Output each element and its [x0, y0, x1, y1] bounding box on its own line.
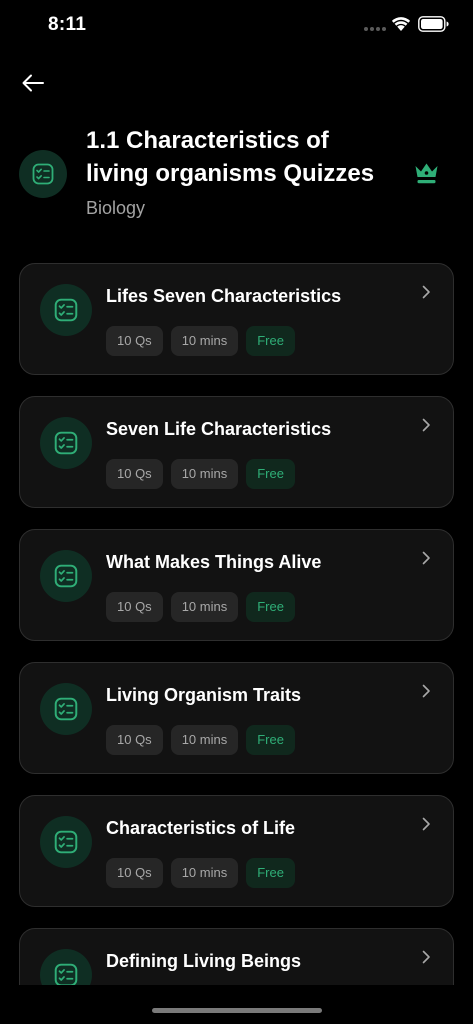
checklist-icon	[32, 163, 54, 185]
quiz-title: What Makes Things Alive	[106, 552, 322, 572]
crown-icon[interactable]	[413, 161, 440, 186]
quiz-icon	[40, 284, 92, 336]
questions-count-chip: 10 Qs	[106, 592, 163, 622]
quiz-chevron	[420, 816, 432, 837]
arrow-left-icon	[22, 74, 44, 92]
quiz-chevron	[420, 284, 432, 305]
chevron-right-icon	[422, 817, 430, 831]
home-indicator[interactable]	[152, 1008, 322, 1013]
checklist-icon	[54, 963, 78, 985]
price-chip: Free	[246, 326, 295, 356]
quiz-card[interactable]: Defining Living Beings10 Qs10 minsFree	[19, 928, 454, 985]
quiz-icon	[40, 417, 92, 469]
price-chip: Free	[246, 592, 295, 622]
wifi-icon	[391, 17, 411, 31]
price-chip: Free	[246, 725, 295, 755]
questions-count-chip: 10 Qs	[106, 326, 163, 356]
chevron-right-icon	[422, 551, 430, 565]
quiz-meta-chips: 10 Qs 10 mins Free	[106, 459, 295, 489]
page-subtitle: Biology	[86, 198, 146, 218]
quiz-list[interactable]: Lifes Seven Characteristics 10 Qs 10 mins F…	[19, 263, 454, 985]
quiz-card[interactable]: Lifes Seven Characteristics 10 Qs 10 mins F…	[19, 263, 454, 375]
duration-chip: 10 mins	[170, 326, 239, 356]
duration-chip: 10 mins	[170, 858, 239, 888]
duration-chip: 10 mins	[170, 459, 239, 489]
questions-count-chip: 10 Qs	[106, 725, 163, 755]
quiz-icon	[40, 816, 92, 868]
quiz-icon	[40, 550, 92, 602]
quiz-title: Lifes Seven Characteristics	[106, 286, 342, 306]
quiz-meta-chips: 10 Qs 10 mins Free	[106, 592, 295, 622]
checklist-icon	[54, 298, 78, 322]
quiz-chevron	[420, 417, 432, 438]
status-time: 8:11	[48, 14, 87, 35]
checklist-icon	[54, 830, 78, 854]
quiz-chevron	[420, 683, 432, 704]
quiz-title: Characteristics of Life	[106, 818, 296, 838]
battery-icon	[418, 16, 449, 32]
status-bar: 8:11	[0, 0, 473, 50]
quiz-title: Seven Life Characteristics	[106, 419, 332, 439]
quiz-chevron	[420, 550, 432, 571]
header-quiz-icon	[19, 150, 67, 198]
quiz-icon	[40, 683, 92, 735]
price-chip: Free	[246, 459, 295, 489]
quiz-meta-chips: 10 Qs 10 mins Free	[106, 858, 295, 888]
chevron-right-icon	[422, 418, 430, 432]
quiz-meta-chips: 10 Qs 10 mins Free	[106, 326, 295, 356]
quiz-card[interactable]: Living Organism Traits 10 Qs 10 mins Free	[19, 662, 454, 774]
duration-chip: 10 mins	[170, 592, 239, 622]
quiz-card[interactable]: What Makes Things Alive 10 Qs 10 mins Free	[19, 529, 454, 641]
chevron-right-icon	[422, 684, 430, 698]
checklist-icon	[54, 431, 78, 455]
checklist-icon	[54, 697, 78, 721]
cellular-signal-icon	[364, 27, 386, 31]
checklist-icon	[54, 564, 78, 588]
questions-count-chip: 10 Qs	[106, 858, 163, 888]
quiz-chevron	[420, 949, 432, 970]
duration-chip: 10 mins	[170, 725, 239, 755]
price-chip: Free	[246, 858, 295, 888]
chevron-right-icon	[422, 285, 430, 299]
quiz-icon	[40, 949, 92, 985]
quiz-title: Living Organism Traits	[106, 685, 302, 705]
questions-count-chip: 10 Qs	[106, 459, 163, 489]
back-button[interactable]	[18, 70, 48, 96]
page-title: 1.1 Characteristics of living organisms …	[86, 127, 375, 187]
quiz-card[interactable]: Characteristics of Life 10 Qs 10 mins Free	[19, 795, 454, 907]
quiz-card[interactable]: Seven Life Characteristics 10 Qs 10 mins Fr…	[19, 396, 454, 508]
quiz-title: Defining Living Beings	[106, 951, 302, 971]
quiz-meta-chips: 10 Qs 10 mins Free	[106, 725, 295, 755]
chevron-right-icon	[422, 950, 430, 964]
